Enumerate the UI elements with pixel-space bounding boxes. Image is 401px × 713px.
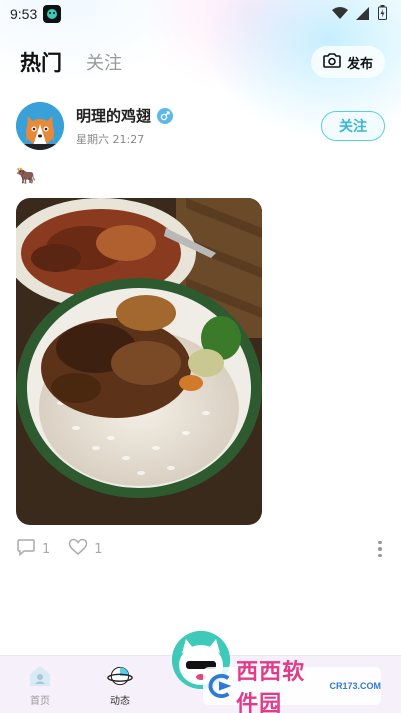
user-info: 明理的鸡翅 星期六 21:27 <box>76 105 174 147</box>
user-name[interactable]: 明理的鸡翅 <box>76 105 151 126</box>
watermark-url: CR173.COM <box>329 681 381 691</box>
avatar[interactable] <box>16 102 64 150</box>
like-action[interactable]: 1 <box>68 538 103 560</box>
comment-icon <box>16 538 36 560</box>
like-count: 1 <box>94 541 103 557</box>
site-watermark: 西西软件园 CR173.COM <box>203 660 381 713</box>
tab-hot[interactable]: 热门 <box>20 47 62 77</box>
comment-action[interactable]: 1 <box>16 538 50 560</box>
nav-home[interactable]: 首页 <box>0 655 80 713</box>
tab-follow[interactable]: 关注 <box>86 49 122 75</box>
battery-icon <box>378 4 387 24</box>
app-notification-icon <box>43 5 62 23</box>
nav-home-label: 首页 <box>30 696 50 707</box>
signal-icon <box>356 5 370 24</box>
publish-label: 发布 <box>346 56 373 72</box>
comment-count: 1 <box>42 541 51 557</box>
gender-male-icon <box>157 107 174 124</box>
follow-button[interactable]: 关注 <box>321 111 385 141</box>
planet-icon <box>107 663 133 689</box>
watermark-logo-icon <box>208 673 232 699</box>
post-header: 明理的鸡翅 星期六 21:27 关注 <box>16 100 385 152</box>
post-time: 星期六 21:27 <box>76 133 145 146</box>
post-text: 🐂 <box>16 166 36 185</box>
nav-feed[interactable]: 动态 <box>80 655 160 713</box>
watermark-text: 西西软件园 <box>236 660 306 713</box>
post-card: 明理的鸡翅 星期六 21:27 关注 🐂 1 1 <box>16 100 385 559</box>
top-tabs: 热门 关注 发布 <box>20 44 385 80</box>
wifi-icon <box>332 5 348 24</box>
home-icon <box>27 663 53 689</box>
post-actions: 1 1 <box>16 538 385 560</box>
heart-icon <box>68 538 88 560</box>
status-time: 9:53 <box>10 6 38 22</box>
more-icon[interactable] <box>375 540 385 558</box>
camera-icon <box>323 52 341 72</box>
publish-button[interactable]: 发布 <box>310 46 385 78</box>
post-image[interactable] <box>16 198 262 525</box>
nav-feed-label: 动态 <box>110 696 130 707</box>
status-bar: 9:53 <box>0 0 401 28</box>
